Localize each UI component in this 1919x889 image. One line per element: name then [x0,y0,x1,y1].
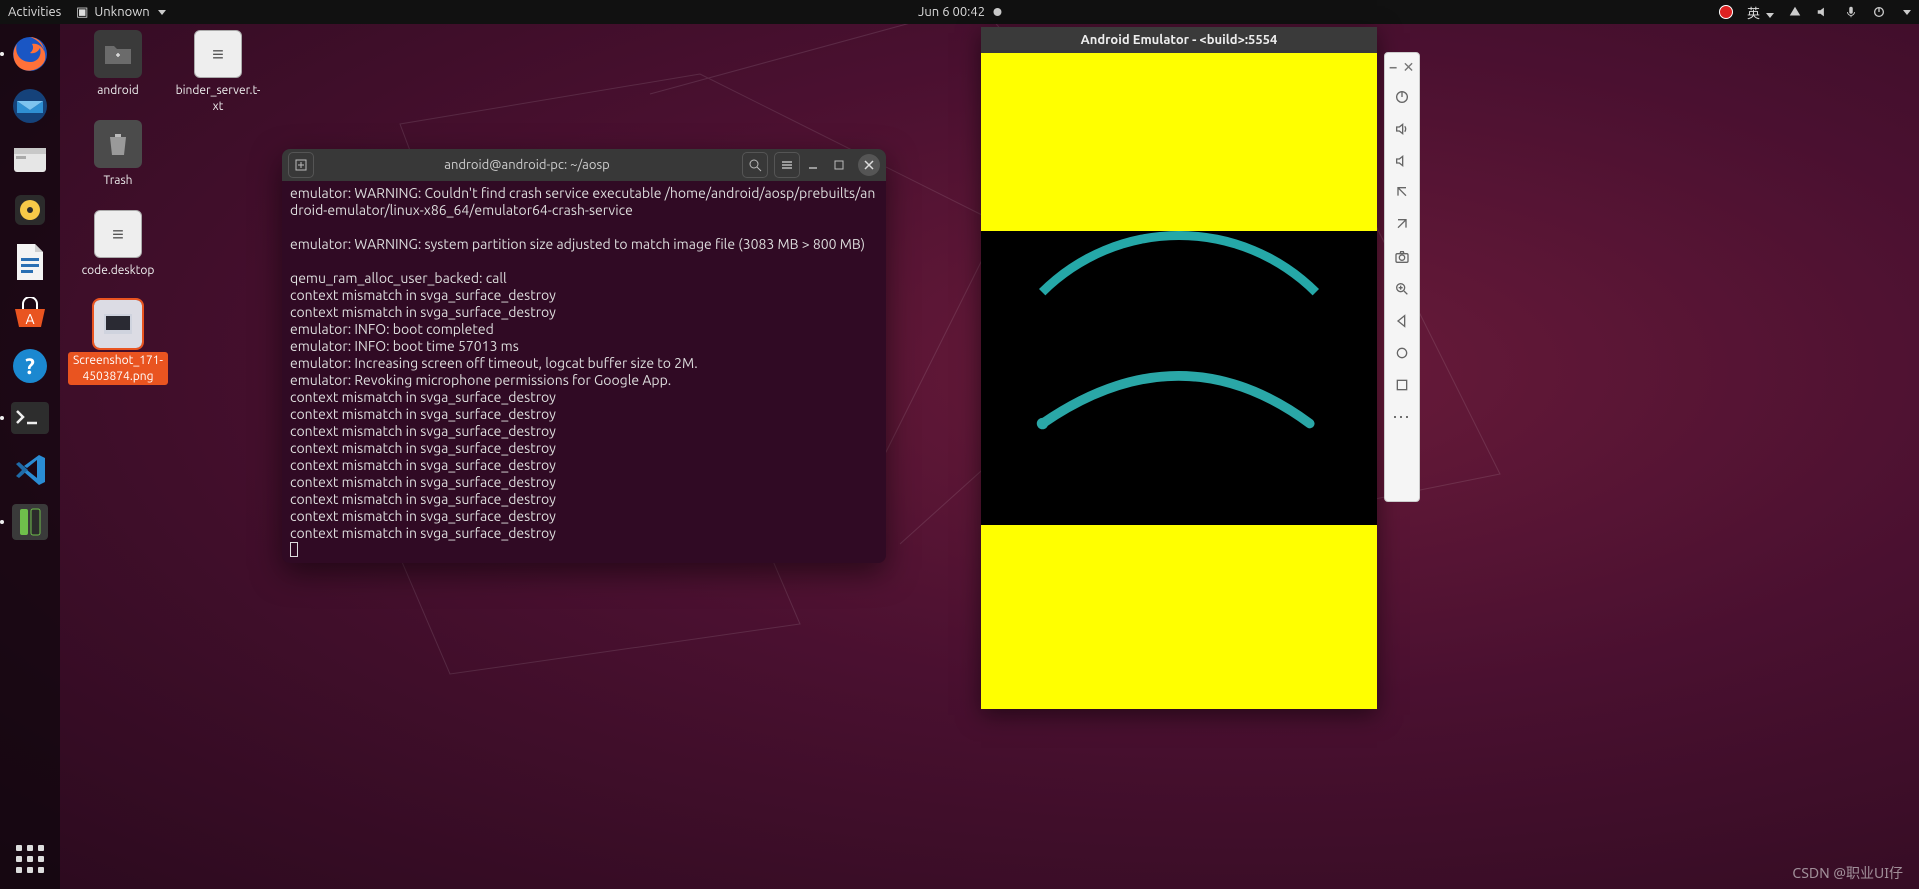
svg-text:A: A [25,311,34,327]
show-applications[interactable] [6,835,54,883]
terminal-body[interactable]: emulator: WARNING: Couldn't find crash s… [282,181,886,563]
minimize-button[interactable] [800,152,826,178]
back-button[interactable] [1388,306,1416,336]
icon-label: Trash [99,172,136,190]
dock-files[interactable] [6,134,54,182]
emulator-screen[interactable] [981,53,1377,709]
dock-rhythmbox[interactable] [6,186,54,234]
text-file-icon: ≡ [194,30,242,78]
minimize-button[interactable]: – [1390,59,1397,76]
help-icon: ? [11,347,49,385]
emulator-boot-area [981,231,1377,525]
maximize-button[interactable] [826,152,852,178]
volume-icon[interactable] [1816,5,1830,19]
icon-label: android [93,82,143,100]
dock-writer[interactable] [6,238,54,286]
rotate-left-button[interactable] [1388,178,1416,208]
icon-label: code.desktop [78,262,159,280]
document-icon [13,242,47,282]
search-icon [748,158,762,172]
dock-vscode[interactable] [6,446,54,494]
apps-grid-icon [16,845,44,873]
terminal-titlebar[interactable]: android@android-pc: ~/aosp [282,149,886,181]
ubuntu-dock: A ? [0,24,60,889]
hamburger-icon [780,158,794,172]
home-button[interactable] [1388,338,1416,368]
desktop-file-code[interactable]: ≡ code.desktop [68,210,168,280]
music-icon [11,191,49,229]
terminal-title: android@android-pc: ~/aosp [318,158,736,172]
datetime-label: Jun 6 00:42 [918,5,985,19]
svg-text:?: ? [25,354,35,379]
zoom-button[interactable] [1388,274,1416,304]
new-tab-icon [294,158,308,172]
dock-help[interactable]: ? [6,342,54,390]
vscode-icon [12,452,48,488]
emulator-toolbar: – ✕ ⋯ [1384,52,1420,502]
chevron-down-icon [1766,13,1774,18]
image-file-icon [94,300,142,348]
notification-dot-icon [993,8,1001,16]
overview-button[interactable] [1388,370,1416,400]
update-indicator-icon[interactable] [1719,5,1733,19]
text-file-icon: ≡ [94,210,142,258]
files-icon [12,142,48,174]
activities-button[interactable]: Activities [8,5,61,19]
dock-firefox[interactable] [6,30,54,78]
more-button[interactable]: ⋯ [1388,402,1416,432]
ime-label: 英 [1747,7,1760,21]
watermark: CSDN @职业UI仔 [1792,863,1903,883]
icon-label: binder_server.t-xt [168,82,268,115]
search-button[interactable] [742,152,768,178]
minimize-icon [807,159,819,171]
terminal-output: emulator: WARNING: Couldn't find crash s… [290,185,875,541]
dock-thunderbird[interactable] [6,82,54,130]
firefox-icon [11,35,49,73]
emulator-icon [12,504,48,540]
boot-arc-icon [981,231,1377,525]
dock-terminal[interactable] [6,394,54,442]
folder-icon [94,30,142,78]
close-button[interactable] [858,154,880,176]
chevron-down-icon [1903,10,1911,15]
power-button[interactable] [1388,82,1416,112]
terminal-icon [11,402,49,434]
hamburger-button[interactable] [774,152,800,178]
clock[interactable]: Jun 6 00:42 [918,5,1001,19]
emulator-window[interactable]: Android Emulator - <build>:5554 [981,27,1377,709]
maximize-icon [833,159,845,171]
app-name: Unknown [94,5,149,19]
new-tab-button[interactable] [288,152,314,178]
trash-icon [94,120,142,168]
chevron-down-icon [158,10,166,15]
desktop-trash[interactable]: Trash [68,120,168,190]
rotate-right-button[interactable] [1388,210,1416,240]
power-icon[interactable] [1872,5,1886,19]
desktop-file-screenshot[interactable]: Screenshot_171-4503874.png [68,300,168,385]
icon-label: Screenshot_171-4503874.png [68,352,168,385]
desktop-file-binder[interactable]: ≡ binder_server.t-xt [168,30,268,115]
volume-up-button[interactable] [1388,114,1416,144]
app-icon: ▣ [75,5,89,19]
microphone-icon[interactable] [1844,5,1858,19]
dock-emulator[interactable] [6,498,54,546]
emulator-title: Android Emulator - <build>:5554 [981,27,1377,53]
network-icon[interactable] [1788,5,1802,19]
app-menu[interactable]: ▣ Unknown [75,5,165,19]
cursor [290,542,298,557]
volume-down-button[interactable] [1388,146,1416,176]
close-button[interactable]: ✕ [1403,59,1415,76]
close-icon [864,160,874,170]
ime-indicator[interactable]: 英 [1747,3,1774,22]
system-top-bar: Activities ▣ Unknown Jun 6 00:42 英 [0,0,1919,24]
screenshot-button[interactable] [1388,242,1416,272]
dock-software[interactable]: A [6,290,54,338]
software-icon: A [11,297,49,331]
thunderbird-icon [11,87,49,125]
desktop-folder-android[interactable]: android [68,30,168,100]
terminal-window[interactable]: android@android-pc: ~/aosp emulator: WAR… [282,149,886,563]
